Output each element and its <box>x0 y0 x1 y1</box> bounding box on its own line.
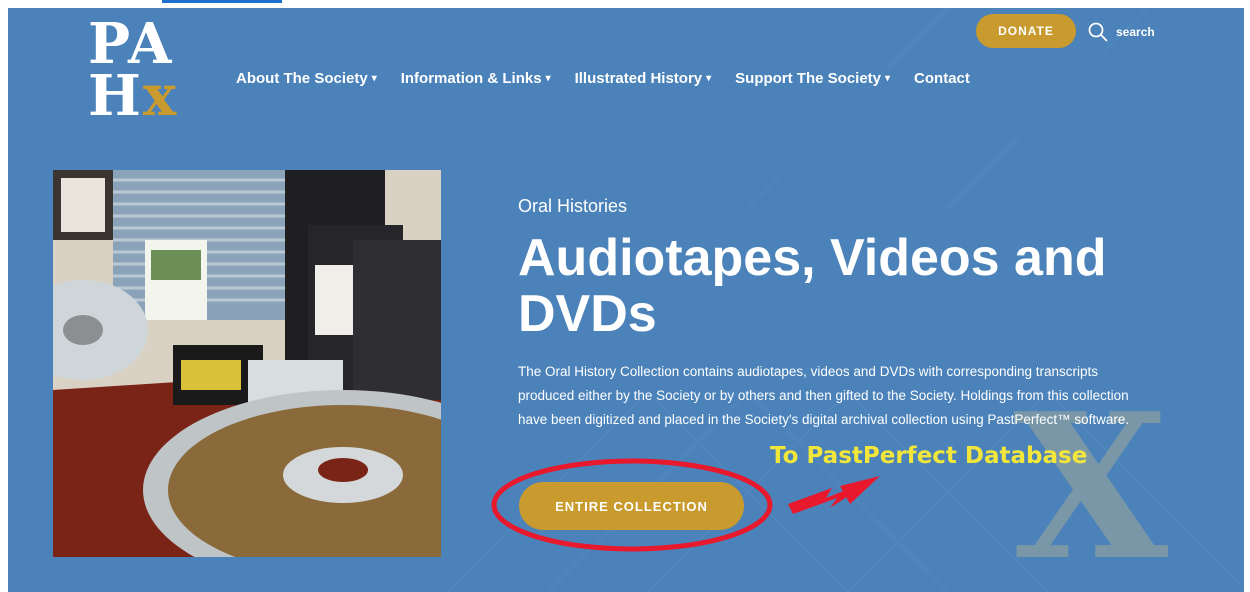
chevron-down-icon: ▾ <box>706 73 712 84</box>
entire-collection-button[interactable]: ENTIRE COLLECTION <box>519 482 744 530</box>
top-accent-line <box>162 0 282 3</box>
watermark-x: X <box>1013 370 1169 592</box>
nav-item-information[interactable]: Information & Links ▾ <box>401 70 551 87</box>
nav-item-contact[interactable]: Contact <box>914 70 970 87</box>
hero-photo <box>53 170 441 557</box>
chevron-down-icon: ▾ <box>545 73 551 84</box>
search-label: search <box>1116 25 1155 39</box>
hero-description: The Oral History Collection contains aud… <box>518 364 1130 427</box>
annotation-label: To PastPerfect Database <box>770 443 1088 469</box>
chevron-down-icon: ▾ <box>885 73 891 84</box>
logo-line-2: Hx <box>88 63 179 129</box>
main-nav: About The Society ▾ Information & Links ▾ … <box>236 70 970 87</box>
chevron-down-icon: ▾ <box>371 73 377 84</box>
site-logo[interactable]: PA Hx <box>88 16 198 138</box>
hero-eyebrow: Oral Histories <box>518 196 628 216</box>
hero-section: X PA Hx About The Society ▾ Information &… <box>8 8 1244 592</box>
page-title: Audiotapes, Videos and DVDs <box>518 229 1107 343</box>
nav-item-about[interactable]: About The Society ▾ <box>236 70 377 87</box>
nav-item-history[interactable]: Illustrated History ▾ <box>575 70 712 87</box>
search-icon <box>1088 22 1108 42</box>
search-button[interactable]: search <box>1088 22 1155 42</box>
nav-item-support[interactable]: Support The Society ▾ <box>735 70 890 87</box>
donate-button[interactable]: DONATE <box>976 14 1076 48</box>
